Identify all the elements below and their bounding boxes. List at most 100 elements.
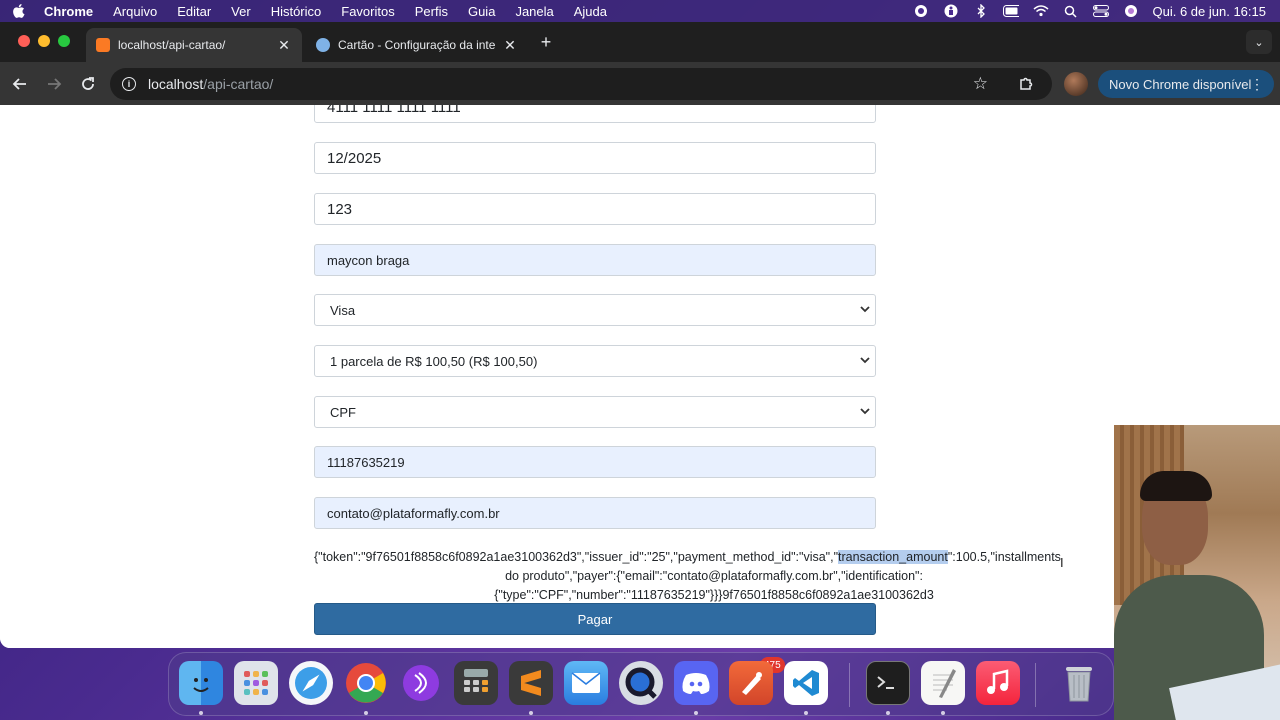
webcam-person-hair <box>1140 471 1212 501</box>
doc-type-select[interactable]: CPF <box>314 396 876 428</box>
selected-text-highlight: transaction_amount <box>838 550 948 564</box>
menubar-item-favoritos[interactable]: Favoritos <box>341 4 394 19</box>
tab-title: localhost/api-cartao/ <box>118 38 226 52</box>
running-indicator <box>886 711 890 715</box>
menubar-app-name[interactable]: Chrome <box>44 4 93 19</box>
discord-icon[interactable] <box>674 661 718 705</box>
tab-localhost-api-cartao[interactable]: localhost/api-cartao/ ✕ <box>86 28 302 62</box>
mail-icon[interactable] <box>564 661 608 705</box>
tab-title: Cartão - Configuração da inte <box>338 38 496 52</box>
extensions-puzzle-icon[interactable] <box>1016 73 1036 93</box>
chevron-down-icon <box>859 405 871 417</box>
reload-icon[interactable] <box>76 72 100 96</box>
running-indicator <box>529 711 533 715</box>
address-bar[interactable]: i localhost/api-cartao/ ☆ <box>110 68 1052 100</box>
bluetooth-icon[interactable] <box>973 4 989 18</box>
expiration-field[interactable]: 12/2025 <box>314 142 876 174</box>
page-content: 4111 1111 1111 1111 12/2025 123 maycon b… <box>0 105 1280 648</box>
vscode-icon[interactable] <box>784 661 828 705</box>
issuer-select[interactable]: Visa <box>314 294 876 326</box>
email-field[interactable]: contato@plataformafly.com.br <box>314 497 876 529</box>
running-indicator <box>199 711 203 715</box>
menubar-item-arquivo[interactable]: Arquivo <box>113 4 157 19</box>
tab-strip: localhost/api-cartao/ ✕ Cartão - Configu… <box>0 22 1280 62</box>
site-info-icon[interactable]: i <box>122 77 136 91</box>
cardholder-name-field[interactable]: maycon braga <box>314 244 876 276</box>
sublime-text-icon[interactable] <box>509 661 553 705</box>
menubar-item-guia[interactable]: Guia <box>468 4 495 19</box>
trash-icon[interactable] <box>1057 661 1101 705</box>
launchpad-icon[interactable] <box>234 661 278 705</box>
security-code-field[interactable]: 123 <box>314 193 876 225</box>
music-icon[interactable] <box>976 661 1020 705</box>
back-arrow-icon[interactable] <box>8 72 32 96</box>
installments-select[interactable]: 1 parcela de R$ 100,50 (R$ 100,50) <box>314 345 876 377</box>
zoom-window-button[interactable] <box>58 35 70 47</box>
textedit-icon[interactable] <box>921 661 965 705</box>
finder-icon[interactable] <box>179 661 223 705</box>
tab-close-icon[interactable]: ✕ <box>276 37 292 54</box>
spotlight-search-icon[interactable] <box>1063 4 1079 18</box>
apple-menu-icon[interactable] <box>12 3 26 19</box>
minimize-window-button[interactable] <box>38 35 50 47</box>
menubar-item-janela[interactable]: Janela <box>515 4 553 19</box>
mercadopago-favicon-icon <box>316 38 330 52</box>
safari-icon[interactable] <box>289 661 333 705</box>
running-indicator <box>694 711 698 715</box>
tab-cartao-configuracao[interactable]: Cartão - Configuração da inte ✕ <box>306 28 528 62</box>
running-indicator <box>364 711 368 715</box>
text-cursor-icon: I <box>1060 555 1064 570</box>
doc-number-value: 11187635219 <box>327 454 405 470</box>
menubar-clock[interactable]: Qui. 6 de jun. 16:15 <box>1153 4 1266 19</box>
terminal-icon[interactable] <box>866 661 910 705</box>
menubar-item-historico[interactable]: Histórico <box>271 4 322 19</box>
chrome-icon[interactable] <box>344 661 388 705</box>
paw-icon[interactable] <box>729 661 773 705</box>
menubar-item-perfis[interactable]: Perfis <box>415 4 448 19</box>
control-center-icon[interactable] <box>1092 4 1109 18</box>
email-value: contato@plataformafly.com.br <box>327 505 500 521</box>
running-indicator <box>941 711 945 715</box>
dock-separator <box>1035 663 1036 707</box>
macos-dock: 475 <box>168 652 1114 716</box>
chrome-window: localhost/api-cartao/ ✕ Cartão - Configu… <box>0 22 1280 648</box>
profile-avatar[interactable] <box>1064 72 1088 96</box>
calculator-icon[interactable] <box>454 661 498 705</box>
card-number-field[interactable]: 4111 1111 1111 1111 <box>314 105 876 123</box>
tab-close-icon[interactable]: ✕ <box>502 37 518 54</box>
json-response-output: {"token":"9f76501f8858c6f0892a1ae3100362… <box>314 548 1114 605</box>
chevron-down-icon <box>859 354 871 366</box>
xampp-favicon-icon <box>96 38 110 52</box>
json-line-1-start: {"token":"9f76501f8858c6f0892a1ae3100362… <box>314 550 839 564</box>
close-window-button[interactable] <box>18 35 30 47</box>
webcam-overlay <box>1114 425 1280 720</box>
json-line-1-end: ":100.5,"installments <box>947 550 1061 564</box>
quicktime-icon[interactable] <box>619 661 663 705</box>
dock-separator <box>849 663 850 707</box>
menubar-item-editar[interactable]: Editar <box>177 4 211 19</box>
browser-toolbar: i localhost/api-cartao/ ☆ Novo Chrome di… <box>0 62 1280 105</box>
doc-number-field[interactable]: 11187635219 <box>314 446 876 478</box>
pay-button[interactable]: Pagar <box>314 603 876 635</box>
doc-type-selected-value: CPF <box>330 404 356 420</box>
accessibility-icon[interactable] <box>943 4 959 18</box>
record-icon[interactable] <box>913 4 929 18</box>
macos-menubar: Chrome Arquivo Editar Ver Histórico Favo… <box>0 0 1280 22</box>
json-line-1: {"token":"9f76501f8858c6f0892a1ae3100362… <box>314 548 1114 567</box>
bookmark-star-icon[interactable]: ☆ <box>973 74 988 94</box>
siri-icon[interactable] <box>1123 4 1139 18</box>
chrome-update-button[interactable]: Novo Chrome disponível ⋮ <box>1098 70 1274 98</box>
wifi-icon[interactable] <box>1033 4 1049 18</box>
menubar-item-ajuda[interactable]: Ajuda <box>574 4 607 19</box>
more-menu-icon[interactable]: ⋮ <box>1250 76 1264 93</box>
running-indicator <box>804 711 808 715</box>
card-number-value: 4111 1111 1111 1111 <box>327 105 461 116</box>
menubar-item-ver[interactable]: Ver <box>231 4 251 19</box>
tab-search-chevron-icon[interactable]: ⌄ <box>1246 30 1272 54</box>
new-tab-plus-icon[interactable]: + <box>536 32 556 53</box>
url-host: localhost <box>148 76 204 92</box>
battery-icon[interactable] <box>1002 4 1019 18</box>
podcasts-alt-icon[interactable] <box>399 661 443 705</box>
security-code-value: 123 <box>327 200 353 218</box>
forward-arrow-icon[interactable] <box>42 72 66 96</box>
